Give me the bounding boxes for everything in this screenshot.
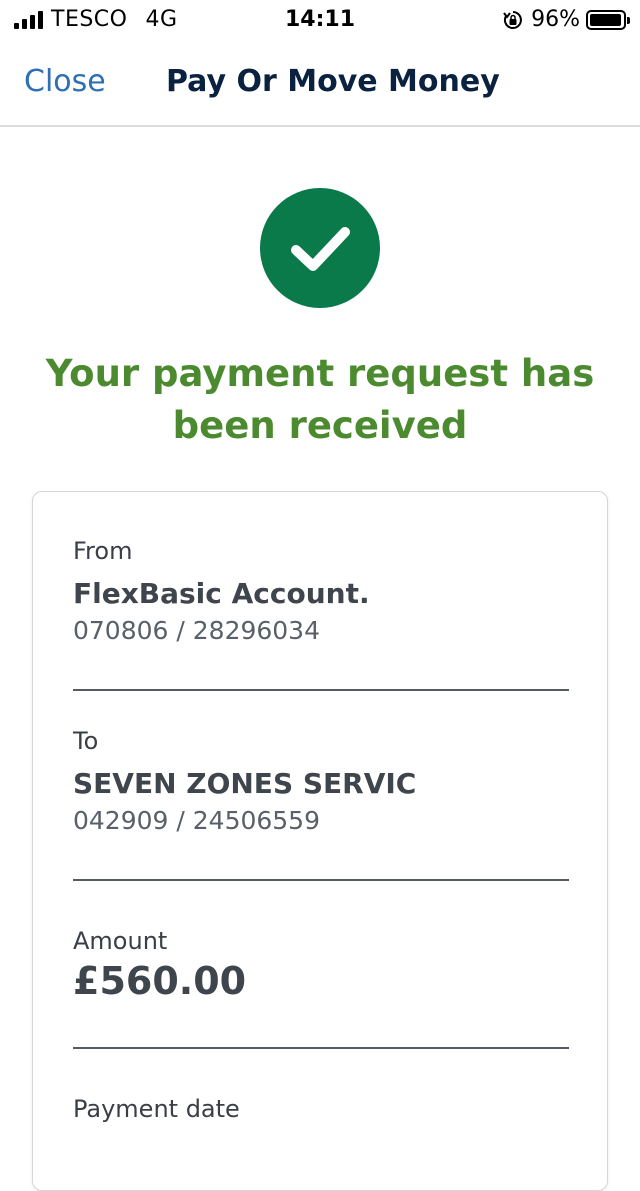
navigation-bar: Close Pay Or Move Money bbox=[0, 40, 640, 127]
to-section: To SEVEN ZONES SERVIC 042909 / 24506559 bbox=[73, 727, 569, 835]
battery-icon bbox=[586, 9, 630, 30]
payment-date-section: Payment date bbox=[73, 1095, 569, 1123]
from-label: From bbox=[73, 537, 133, 565]
from-section: From FlexBasic Account. 070806 / 2829603… bbox=[73, 537, 569, 645]
battery-fill bbox=[590, 13, 621, 26]
payment-details-card: From FlexBasic Account. 070806 / 2829603… bbox=[32, 491, 608, 1191]
payee-name: SEVEN ZONES SERVIC bbox=[73, 767, 417, 800]
from-account-number: 070806 / 28296034 bbox=[73, 616, 320, 645]
checkmark-icon bbox=[291, 227, 350, 271]
divider bbox=[73, 689, 569, 691]
from-account-name: FlexBasic Account. bbox=[73, 577, 370, 610]
payee-account-number: 042909 / 24506559 bbox=[73, 806, 320, 835]
amount-label: Amount bbox=[73, 927, 168, 955]
payment-date-label: Payment date bbox=[73, 1095, 240, 1123]
status-bar: TESCO 4G 14:11 96% bbox=[0, 0, 640, 40]
status-right: 96% bbox=[503, 7, 630, 32]
battery-percent: 96% bbox=[531, 7, 580, 32]
success-badge bbox=[260, 188, 380, 308]
amount-section: Amount £560.00 bbox=[73, 927, 569, 1003]
divider bbox=[73, 879, 569, 881]
rotation-lock-icon bbox=[503, 10, 522, 29]
page-title: Pay Or Move Money bbox=[166, 64, 500, 99]
confirmation-message: Your payment request has been received bbox=[45, 352, 595, 447]
divider bbox=[73, 1047, 569, 1049]
close-button[interactable]: Close bbox=[24, 64, 106, 99]
amount-value: £560.00 bbox=[73, 959, 247, 1003]
to-label: To bbox=[73, 727, 99, 755]
